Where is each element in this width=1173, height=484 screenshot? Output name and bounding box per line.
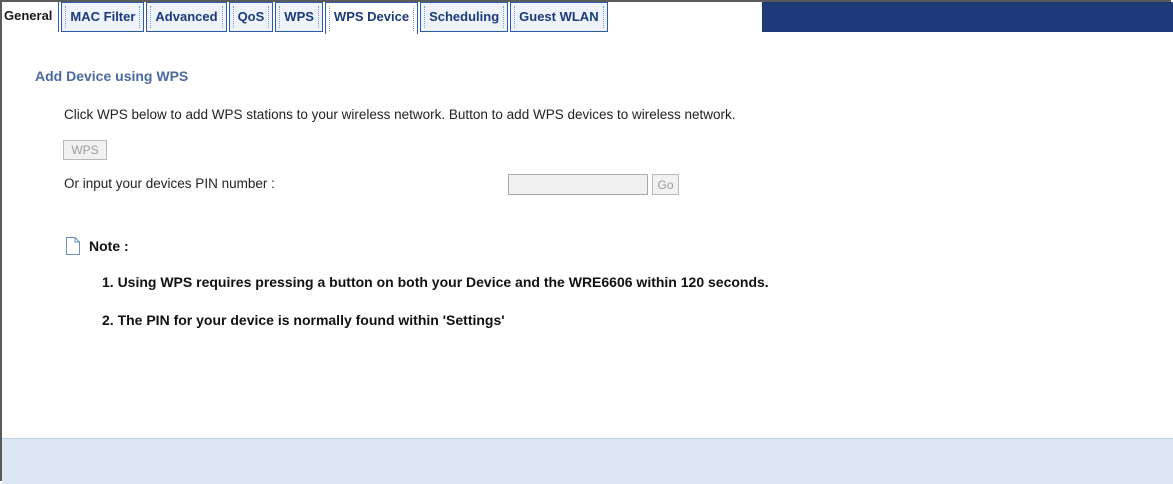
tab-qos-label: QoS: [237, 9, 265, 24]
pin-label: Or input your devices PIN number :: [64, 176, 275, 191]
wps-button[interactable]: WPS: [63, 140, 107, 160]
tab-general-label: General: [4, 8, 53, 23]
section-title: Add Device using WPS: [35, 68, 189, 84]
tab-wps-label: WPS: [284, 9, 314, 24]
tab-general[interactable]: General: [2, 2, 60, 32]
tab-scheduling-label: Scheduling: [429, 9, 500, 24]
footer-bar: [2, 438, 1173, 484]
tab-mac-filter-label: MAC Filter: [70, 9, 136, 24]
tab-mac-filter[interactable]: MAC Filter: [61, 2, 145, 32]
tab-wps-device-label: WPS Device: [333, 9, 410, 24]
pin-input[interactable]: [508, 174, 648, 195]
tab-guest-wlan-label: Guest WLAN: [519, 9, 599, 24]
tab-bar-fill: [762, 2, 1173, 32]
note-label: Note :: [89, 238, 129, 254]
tab-guest-wlan[interactable]: Guest WLAN: [510, 2, 608, 32]
tab-list: General MAC Filter Advanced QoS WPS WPS …: [2, 2, 610, 34]
tab-advanced-label: Advanced: [155, 9, 218, 24]
tab-advanced[interactable]: Advanced: [146, 2, 227, 32]
tab-wps[interactable]: WPS: [275, 2, 323, 32]
note-item: 1. Using WPS requires pressing a button …: [102, 274, 769, 290]
note-page-icon: [66, 237, 80, 255]
note-item: 2. The PIN for your device is normally f…: [102, 312, 505, 328]
app-frame: General MAC Filter Advanced QoS WPS WPS …: [0, 0, 1173, 484]
tab-qos[interactable]: QoS: [228, 2, 274, 32]
tab-wps-device[interactable]: WPS Device: [324, 2, 419, 34]
tab-bar: General MAC Filter Advanced QoS WPS WPS …: [2, 2, 1173, 34]
section-description: Click WPS below to add WPS stations to y…: [64, 107, 736, 122]
go-button[interactable]: Go: [652, 174, 679, 195]
tab-scheduling[interactable]: Scheduling: [420, 2, 509, 32]
